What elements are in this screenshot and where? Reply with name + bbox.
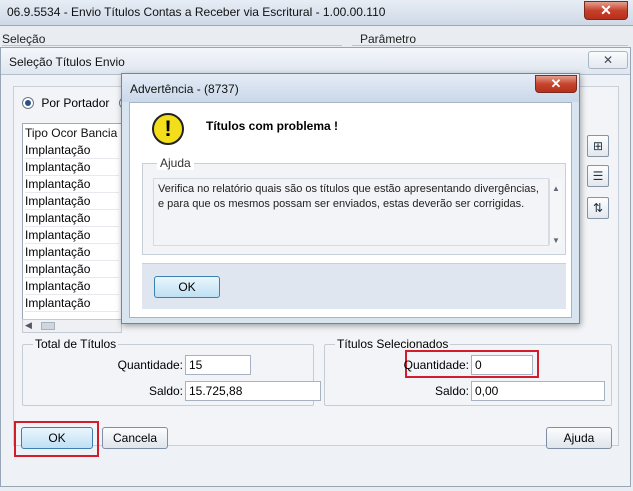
total-quantidade-field[interactable]: 15 [185,355,251,375]
warning-close-button[interactable]: ✕ [535,75,577,93]
selecao-label: Seleção [2,32,46,46]
list-item[interactable]: Implantação [25,176,119,193]
main-title-bar: 06.9.5534 - Envio Títulos Contas a Receb… [0,0,633,26]
total-titulos-label: Total de Títulos [33,337,119,351]
ajuda-group: Ajuda Verifica no relatório quais são os… [142,156,566,255]
selecionados-quantidade-label: Quantidade: [403,358,469,372]
ajuda-text-area[interactable]: Verifica no relatório quais são os títul… [153,178,562,246]
warning-ok-button[interactable]: OK [154,276,220,298]
list-item[interactable]: Implantação [25,142,119,159]
total-titulos-group: Total de Títulos Quantidade: 15 Saldo: 1… [22,337,321,406]
total-quantidade-label: Quantidade: [117,358,183,372]
warning-dialog: Advertência - (8737) ✕ ! Títulos com pro… [121,73,580,324]
parametro-label: Parâmetro [360,32,417,46]
scroll-thumb[interactable] [41,322,55,330]
list-item[interactable]: Implantação [25,193,119,210]
ok-button[interactable]: OK [21,427,93,449]
list-item[interactable]: Implantação [25,210,119,227]
select-all-icon[interactable]: ⊞ [587,135,609,157]
main-window-title: 06.9.5534 - Envio Títulos Contas a Receb… [7,5,386,19]
warning-exclamation-icon: ! [152,113,184,145]
cancela-button[interactable]: Cancela [102,427,168,449]
main-close-button[interactable]: ✕ [584,1,628,20]
warning-button-area: OK [142,263,566,309]
warning-dialog-title: Advertência - (8737) [130,82,239,96]
list-item[interactable]: Implantação [25,244,119,261]
list-item[interactable]: Implantação [25,159,119,176]
list-item[interactable]: Implantação [25,261,119,278]
list-header-tipo-ocor-bancia[interactable]: Tipo Ocor Bancia [25,126,117,140]
selection-dialog-title-bar: Seleção Títulos Envio ✕ [1,48,630,75]
titulos-selecionados-label: Títulos Selecionados [335,337,451,351]
scroll-up-arrow-icon[interactable]: ▲ [552,181,560,196]
radio-selected-icon[interactable] [22,96,34,109]
selection-dialog-close-button[interactable]: ✕ [588,51,628,69]
selecao-section-label: Seleção [2,32,342,46]
invert-selection-icon[interactable]: ⇅ [587,197,609,219]
warning-message: Títulos com problema ! [206,119,339,133]
list-item[interactable]: Implantação [25,295,119,312]
titles-list[interactable]: Tipo Ocor Bancia Implantação Implantação… [22,123,122,321]
list-item[interactable]: Implantação [25,227,119,244]
selecionados-saldo-label: Saldo: [434,384,469,398]
selection-dialog-title: Seleção Títulos Envio [9,55,125,69]
total-saldo-field[interactable]: 15.725,88 [185,381,321,401]
scroll-down-arrow-icon[interactable]: ▼ [552,233,560,248]
scroll-left-arrow-icon[interactable]: ◀ [25,320,32,331]
warning-dialog-title-bar: Advertência - (8737) ✕ [122,74,579,102]
selecionados-quantidade-field[interactable]: 0 [471,355,533,375]
ajuda-button[interactable]: Ajuda [546,427,612,449]
total-saldo-label: Saldo: [148,384,183,398]
ajuda-text: Verifica no relatório quais são os títul… [158,183,539,210]
selecionados-saldo-field[interactable]: 0,00 [471,381,605,401]
sort-list-icon[interactable]: ☰ [587,165,609,187]
warning-dialog-body: ! Títulos com problema ! Ajuda Verifica … [129,102,572,318]
list-item[interactable]: Implantação [25,278,119,295]
list-horizontal-scrollbar[interactable]: ◀ [22,319,122,333]
radio-por-portador-label: Por Portador [41,95,110,110]
ajuda-vertical-scrollbar[interactable]: ▲ ▼ [549,179,562,245]
parametro-section-label: Parâmetro [352,32,628,46]
titulos-selecionados-group: Títulos Selecionados Quantidade: 0 Saldo… [324,337,612,406]
ajuda-group-label: Ajuda [157,156,194,170]
